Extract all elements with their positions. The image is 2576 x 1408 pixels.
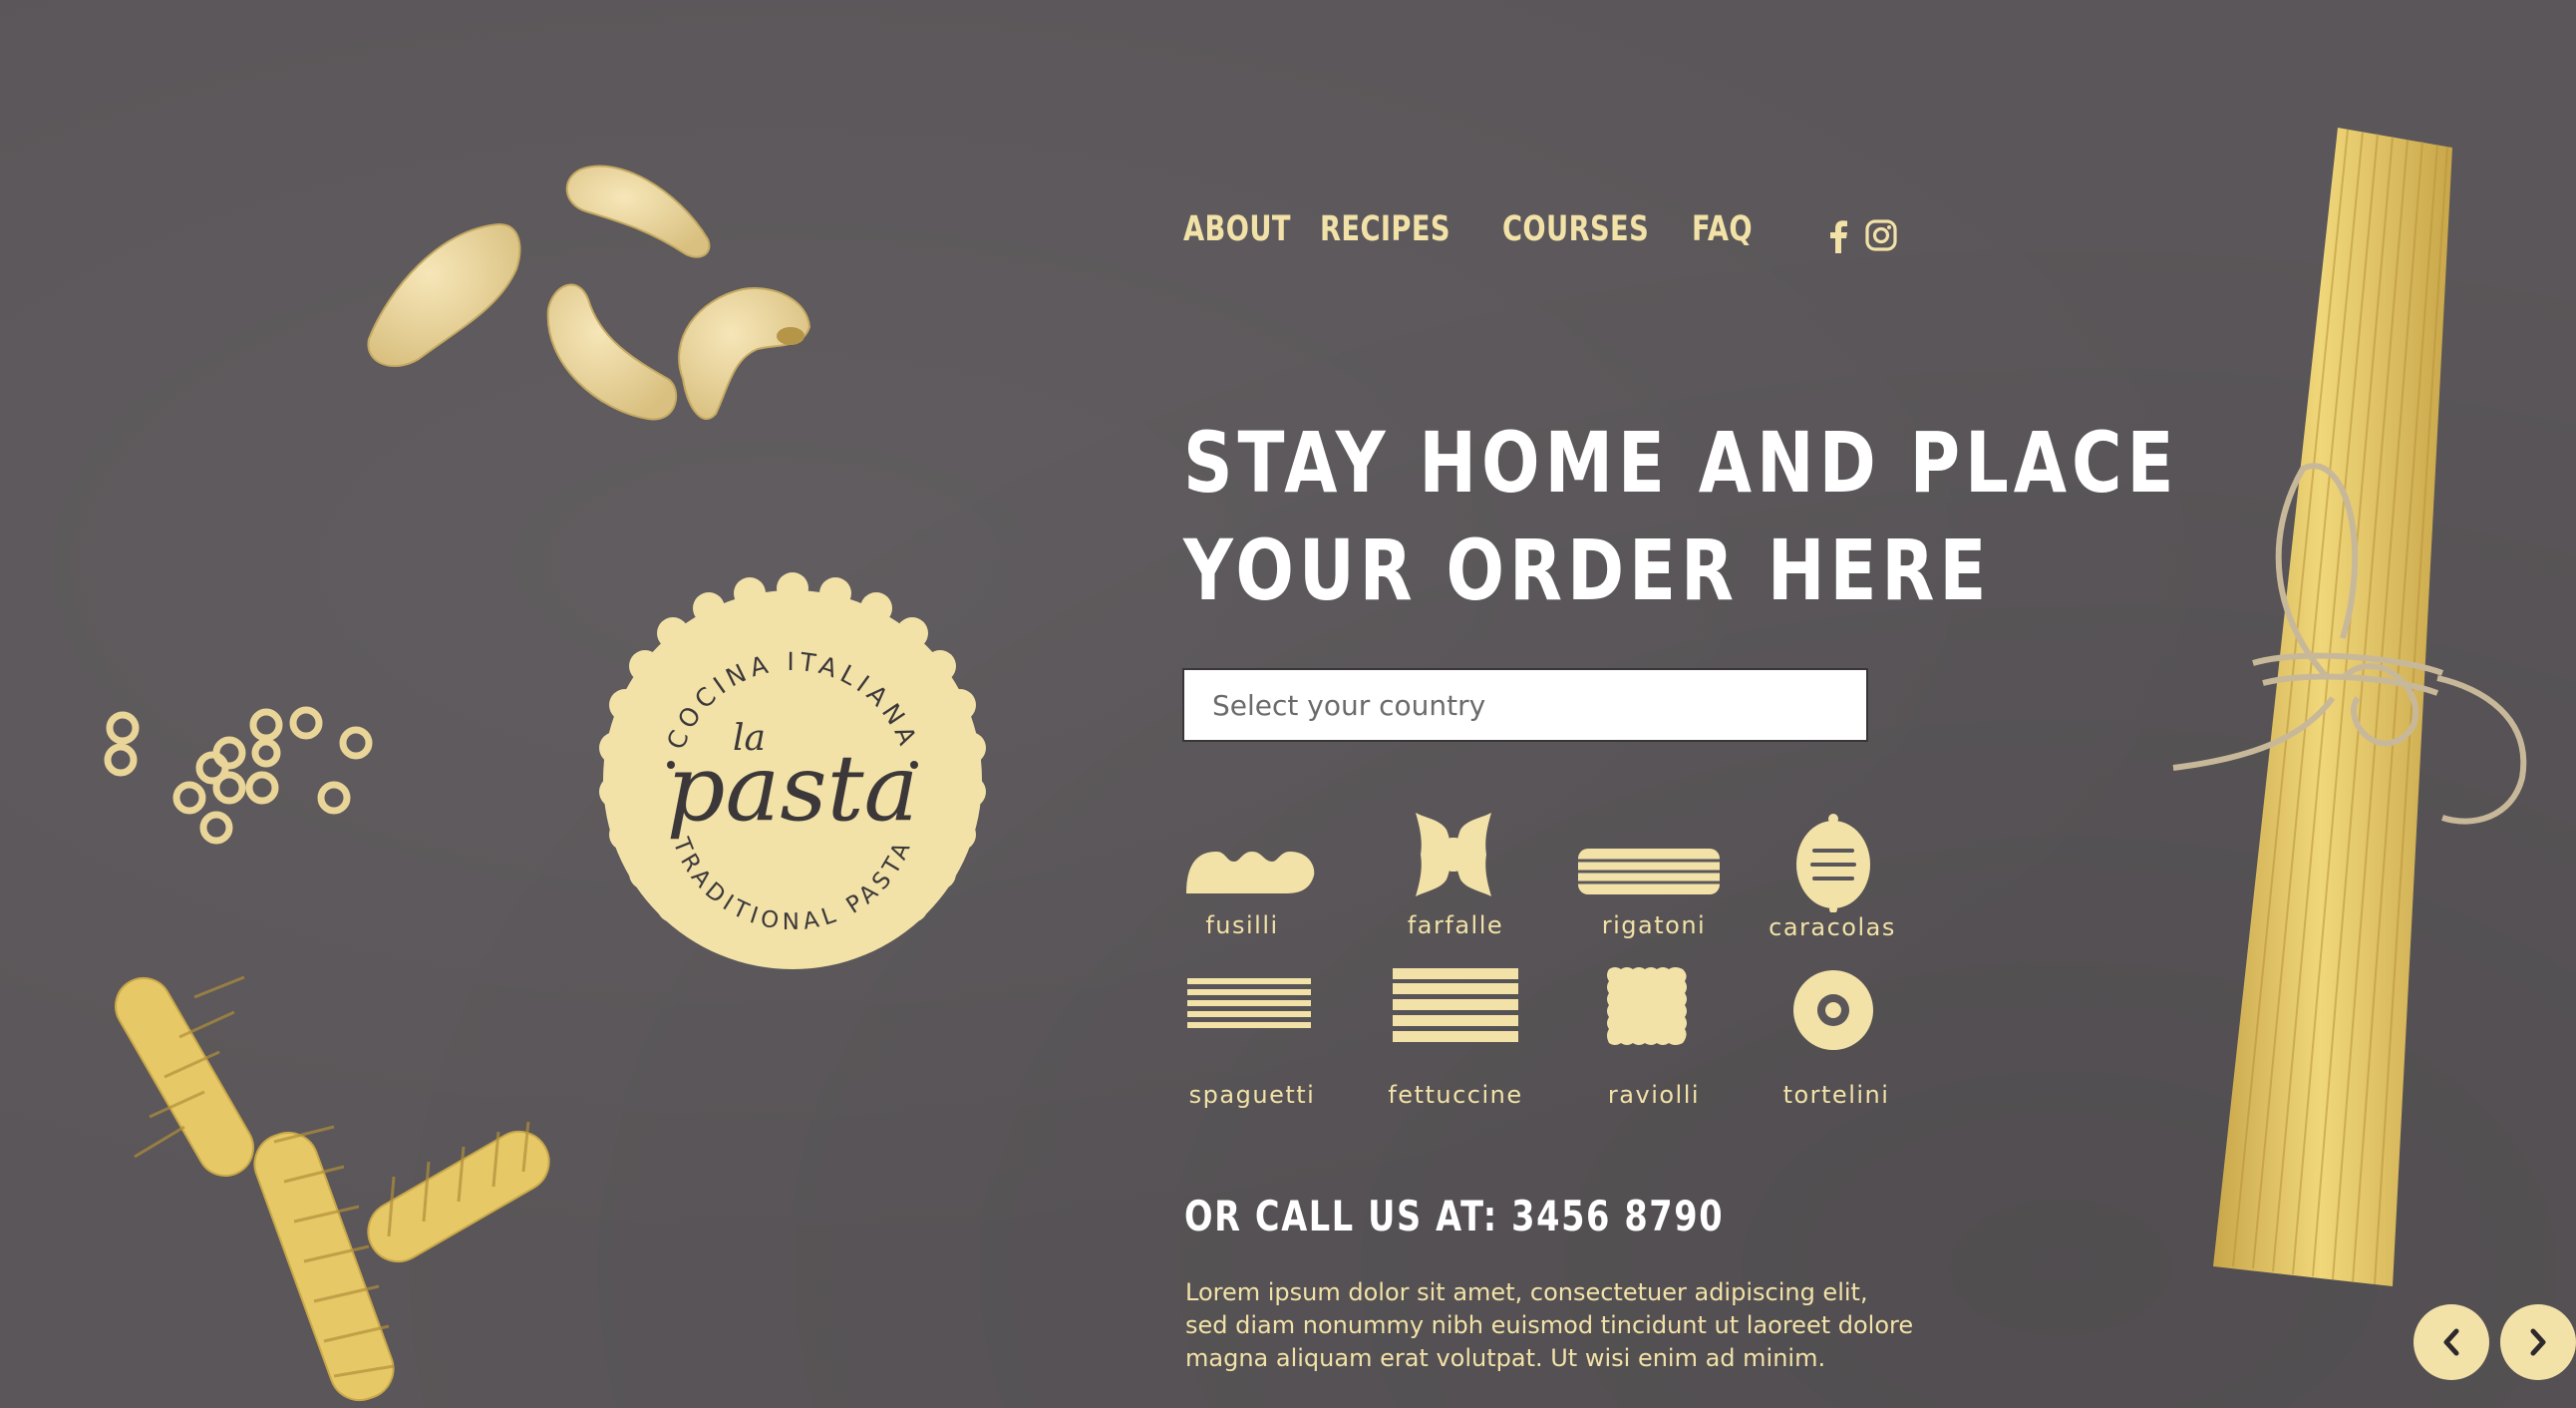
logo-script-main: pasta [667, 735, 919, 842]
description-line1: Lorem ipsum dolor sit amet, consectetuer… [1185, 1278, 1868, 1306]
caracolas-icon [1796, 814, 1870, 913]
spaguetti-icon [1187, 978, 1311, 1028]
pasta-label-fusilli: fusilli [1205, 911, 1279, 939]
facebook-icon[interactable] [1828, 219, 1848, 257]
spaghetti-bundle-decoration [2172, 128, 2527, 1286]
hero-title-line2: YOUR ORDER HERE [1183, 522, 1992, 619]
call-us-heading: OR CALL US AT: 3456 8790 [1184, 1192, 1725, 1240]
description-line2: sed diam nonummy nibh euismod tincidunt … [1185, 1311, 1914, 1339]
raviolli-icon [1607, 967, 1687, 1045]
la-pasta-logo: COCINA ITALIANA TRADITIONAL PASTA la pas… [599, 572, 986, 969]
fettuccine-icon [1393, 968, 1518, 1042]
hero-title-line1: STAY HOME AND PLACE [1183, 414, 2179, 512]
pasta-option-fettuccine[interactable] [1393, 968, 1518, 1046]
pasta-label-raviolli: raviolli [1607, 1081, 1701, 1109]
chevron-left-icon [2443, 1328, 2459, 1356]
carousel-next-button[interactable] [2500, 1304, 2576, 1380]
country-select[interactable] [1182, 668, 1868, 742]
pasta-option-raviolli[interactable] [1605, 965, 1689, 1051]
hero-title: STAY HOME AND PLACE YOUR ORDER HERE [1183, 409, 2178, 624]
farfalle-icon [1416, 813, 1491, 896]
pasta-label-farfalle: farfalle [1407, 911, 1504, 939]
description-text: Lorem ipsum dolor sit amet, consectetuer… [1185, 1276, 1983, 1375]
fusilli-decoration [115, 975, 550, 1402]
pasta-option-tortelini[interactable] [1792, 968, 1874, 1056]
pasta-label-caracolas: caracolas [1769, 913, 1896, 941]
nav-faq-link[interactable]: FAQ [1692, 209, 1753, 249]
pasta-label-rigatoni: rigatoni [1601, 911, 1707, 939]
nav-about-link[interactable]: ABOUT [1183, 209, 1291, 249]
anellini-decoration [104, 706, 373, 845]
chevron-right-icon [2530, 1328, 2546, 1356]
pasta-option-caracolas[interactable] [1794, 813, 1872, 916]
description-line3: magna aliquam erat volutpat. Ut wisi eni… [1185, 1344, 1826, 1372]
pasta-option-farfalle[interactable] [1413, 810, 1494, 903]
macaroni-decoration [367, 165, 811, 421]
tortelini-icon [1793, 970, 1873, 1050]
pasta-label-spaguetti: spaguetti [1188, 1081, 1316, 1109]
fusilli-icon [1186, 852, 1315, 893]
pasta-option-spaguetti[interactable] [1187, 978, 1311, 1032]
pasta-label-fettuccine: fettuccine [1388, 1081, 1523, 1109]
nav-recipes-link[interactable]: RECIPES [1320, 209, 1450, 249]
instagram-icon[interactable] [1865, 219, 1897, 255]
pasta-option-rigatoni[interactable] [1578, 849, 1720, 898]
rigatoni-icon [1578, 849, 1720, 894]
nav-courses-link[interactable]: COURSES [1502, 209, 1649, 249]
carousel-prev-button[interactable] [2414, 1304, 2489, 1380]
pasta-option-fusilli[interactable] [1182, 846, 1318, 899]
pasta-label-tortelini: tortelini [1782, 1081, 1890, 1109]
